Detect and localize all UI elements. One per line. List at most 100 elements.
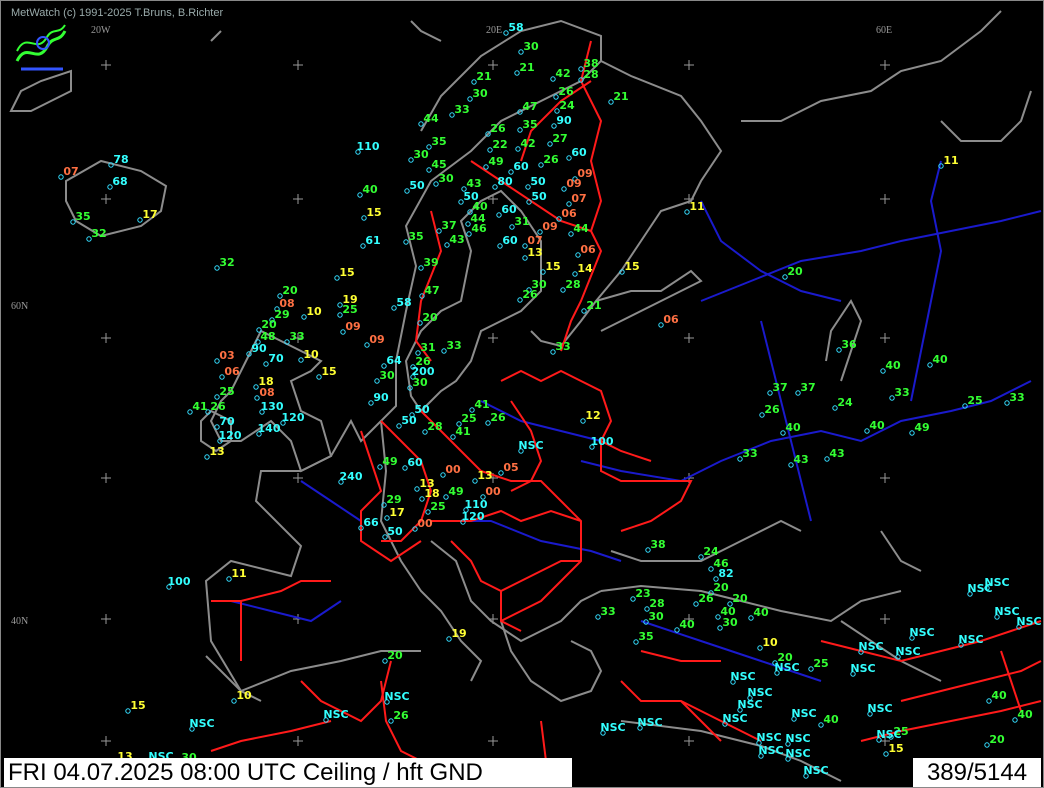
station-value[interactable]: 21	[613, 90, 628, 103]
station-value[interactable]: 17	[142, 208, 157, 221]
station-value[interactable]: 90	[556, 114, 572, 127]
station-value[interactable]: 20	[422, 311, 438, 324]
station-value[interactable]: 15	[321, 365, 336, 378]
station-value[interactable]: 39	[423, 256, 438, 269]
station-value[interactable]: 41	[474, 398, 489, 411]
station-value[interactable]: 30	[722, 616, 738, 629]
station-value[interactable]: 35	[408, 230, 423, 243]
station-value[interactable]: 03	[219, 349, 234, 362]
station-value[interactable]: 82	[718, 567, 733, 580]
station-value[interactable]: 19	[451, 627, 466, 640]
station-value[interactable]: 40	[362, 183, 378, 196]
station-value[interactable]: 24	[837, 396, 853, 409]
station-value[interactable]: 07	[63, 165, 78, 178]
station-value[interactable]: 37	[800, 381, 815, 394]
station-value[interactable]: 26	[543, 153, 559, 166]
station-value[interactable]: 09	[566, 177, 581, 190]
station-value[interactable]: 43	[829, 447, 844, 460]
station-value[interactable]: NSC	[637, 716, 662, 729]
station-value[interactable]: 40	[991, 689, 1007, 702]
station-value[interactable]: 00	[485, 485, 501, 498]
station-value[interactable]: 26	[490, 122, 506, 135]
station-value[interactable]: 10	[236, 689, 252, 702]
station-value[interactable]: 25	[430, 500, 445, 513]
station-value[interactable]: 32	[91, 227, 106, 240]
station-value[interactable]: 32	[219, 256, 234, 269]
station-value[interactable]: 25	[461, 412, 476, 425]
station-value[interactable]: NSC	[803, 764, 828, 777]
station-value[interactable]: 66	[363, 516, 379, 529]
station-value[interactable]: NSC	[737, 698, 762, 711]
station-value[interactable]: 05	[503, 461, 518, 474]
station-value[interactable]: NSC	[909, 626, 934, 639]
station-value[interactable]: 41	[455, 425, 470, 438]
station-value[interactable]: 11	[943, 154, 958, 167]
station-value[interactable]: 50	[409, 179, 425, 192]
station-value[interactable]: 50	[530, 175, 546, 188]
station-value[interactable]: 11	[689, 200, 704, 213]
station-value[interactable]: NSC	[758, 744, 783, 757]
station-value[interactable]: NSC	[791, 707, 816, 720]
station-value[interactable]: 30	[523, 40, 539, 53]
station-value[interactable]: 26	[764, 403, 780, 416]
station-value[interactable]: NSC	[730, 670, 755, 683]
station-value[interactable]: 14	[577, 262, 593, 275]
station-value[interactable]: NSC	[785, 747, 810, 760]
station-value[interactable]: 60	[513, 160, 529, 173]
station-value[interactable]: 06	[561, 207, 577, 220]
station-value[interactable]: 09	[369, 333, 384, 346]
station-value[interactable]: 15	[624, 260, 639, 273]
station-value[interactable]: 49	[382, 455, 397, 468]
station-value[interactable]: 40	[1017, 708, 1033, 721]
station-value[interactable]: 130	[261, 400, 284, 413]
station-value[interactable]: 37	[441, 219, 456, 232]
station-value[interactable]: 70	[219, 415, 235, 428]
station-value[interactable]: 10	[306, 305, 322, 318]
station-value[interactable]: NSC	[323, 708, 348, 721]
station-value[interactable]: 20	[732, 592, 748, 605]
station-value[interactable]: 40	[785, 421, 801, 434]
station-value[interactable]: 15	[339, 266, 354, 279]
station-value[interactable]: 40	[932, 353, 948, 366]
station-value[interactable]: NSC	[600, 721, 625, 734]
station-value[interactable]: 33	[600, 605, 615, 618]
station-value[interactable]: 41	[192, 400, 207, 413]
station-value[interactable]: 27	[552, 132, 567, 145]
station-value[interactable]: 20	[989, 733, 1005, 746]
station-value[interactable]: NSC	[756, 731, 781, 744]
station-value[interactable]: 36	[841, 338, 857, 351]
station-value[interactable]: 40	[679, 618, 695, 631]
station-value[interactable]: 07	[571, 192, 586, 205]
station-value[interactable]: NSC	[1016, 615, 1041, 628]
station-value[interactable]: 42	[555, 67, 570, 80]
station-value[interactable]: 33	[894, 386, 909, 399]
station-value[interactable]: 100	[168, 575, 191, 588]
station-value[interactable]: 30	[379, 369, 395, 382]
station-value[interactable]: 06	[224, 365, 240, 378]
station-value[interactable]: 15	[366, 206, 381, 219]
station-value[interactable]: 15	[888, 742, 903, 755]
station-value[interactable]: 20	[387, 649, 403, 662]
station-value[interactable]: 33	[454, 103, 469, 116]
station-value[interactable]: 33	[446, 339, 461, 352]
station-value[interactable]: 33	[555, 340, 570, 353]
station-value[interactable]: 06	[663, 313, 679, 326]
station-value[interactable]: 08	[259, 386, 274, 399]
station-value[interactable]: 40	[869, 419, 885, 432]
station-value[interactable]: 15	[545, 260, 560, 273]
station-value[interactable]: NSC	[867, 702, 892, 715]
station-value[interactable]: 43	[466, 177, 481, 190]
station-value[interactable]: 100	[591, 435, 614, 448]
station-value[interactable]: 25	[967, 394, 982, 407]
station-value[interactable]: 10	[762, 636, 778, 649]
station-value[interactable]: NSC	[876, 728, 901, 741]
station-value[interactable]: 30	[438, 172, 454, 185]
station-value[interactable]: 49	[488, 155, 503, 168]
station-value[interactable]: 80	[497, 175, 513, 188]
station-value[interactable]: 11	[231, 567, 246, 580]
station-value[interactable]: 13	[477, 469, 492, 482]
station-value[interactable]: 44	[423, 112, 439, 125]
station-value[interactable]: 35	[431, 135, 446, 148]
station-value[interactable]: 50	[387, 525, 403, 538]
station-value[interactable]: 21	[476, 70, 491, 83]
